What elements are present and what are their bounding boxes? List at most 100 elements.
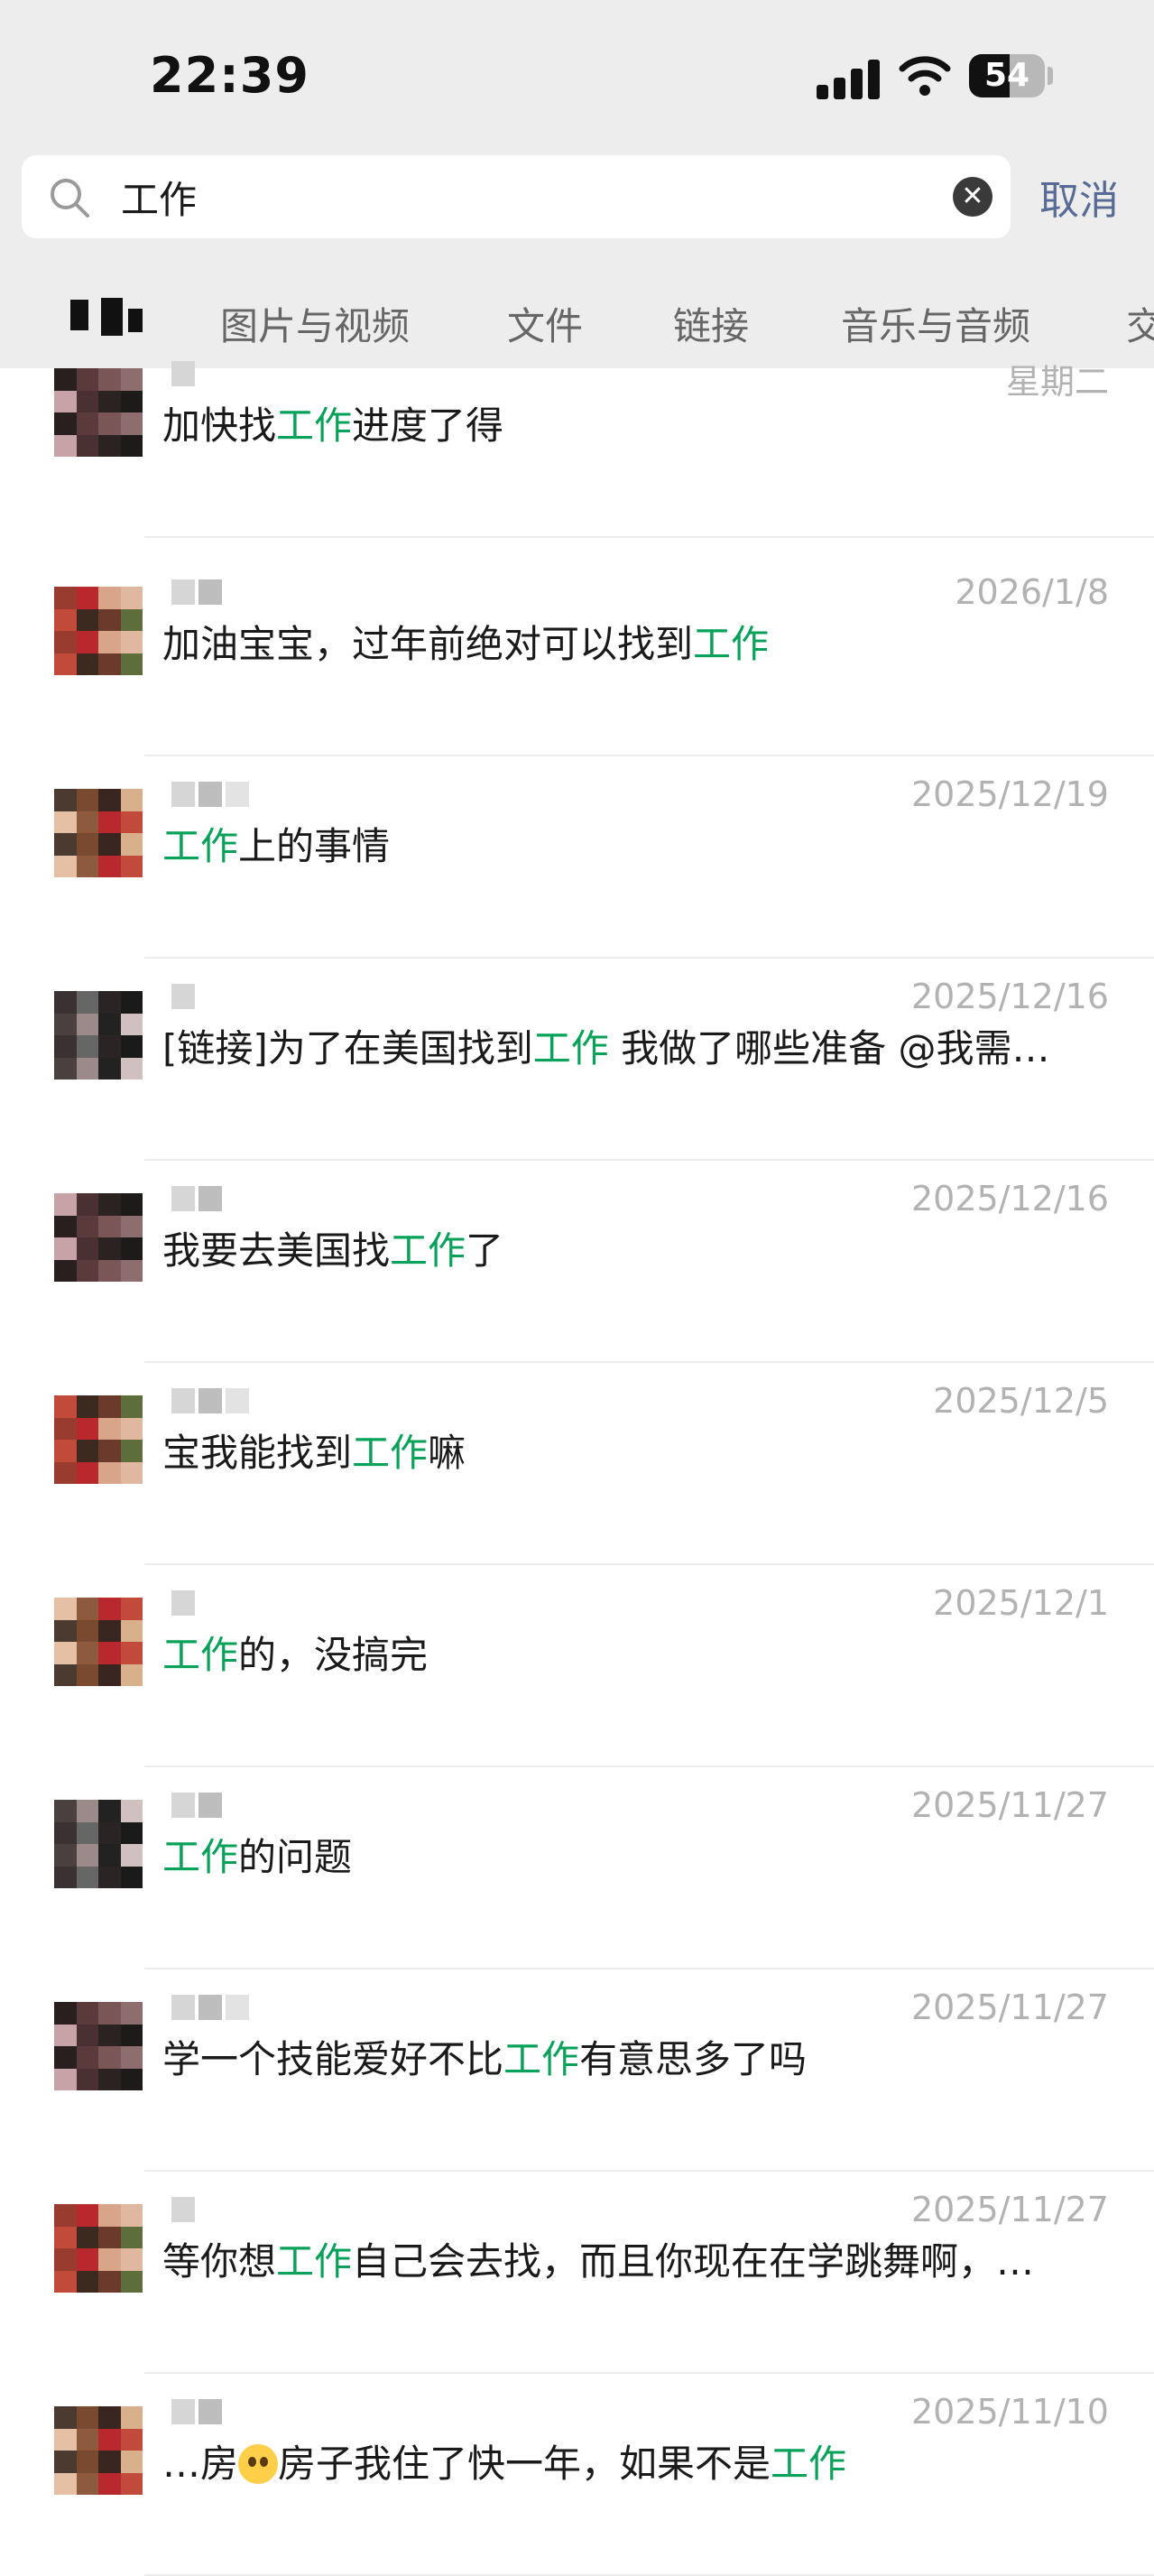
contact-name-blurred — [171, 1793, 226, 1818]
search-result-row[interactable]: 2025/11/27 学一个技能爱好不比工作有意思多了吗 — [0, 1969, 1154, 2172]
search-result-row[interactable]: 2025/12/16 [链接]为了在美国找到工作 我做了哪些准备 @我需… — [0, 959, 1154, 1161]
search-icon — [51, 179, 89, 218]
contact-name-blurred — [171, 1186, 226, 1211]
status-time: 22:39 — [150, 47, 309, 104]
snippet-text: …房 — [162, 2442, 239, 2486]
result-date: 2025/11/27 — [910, 1785, 1109, 1825]
contact-name-blurred — [171, 1590, 198, 1616]
contact-name-blurred — [171, 782, 253, 807]
keyword-highlight: 工作 — [390, 1228, 466, 1273]
result-snippet: 工作的，没搞完 — [162, 1625, 1101, 1680]
snippet-text: 进度了得 — [352, 403, 504, 448]
search-box[interactable]: ✕ — [22, 155, 1011, 238]
snippet-text: 上的事情 — [238, 824, 391, 868]
avatar — [54, 368, 143, 457]
search-result-row[interactable]: 2025/12/16 我要去美国找工作了 — [0, 1161, 1154, 1363]
avatar — [54, 1598, 143, 1686]
result-snippet: 学一个技能爱好不比工作有意思多了吗 — [162, 2029, 1101, 2084]
search-result-row[interactable]: 2026/1/8 加油宝宝，过年前绝对可以找到工作 — [0, 554, 1154, 756]
result-snippet: …房 房子我住了快一年，如果不是工作 — [162, 2433, 1101, 2488]
cancel-button[interactable]: 取消 — [1039, 168, 1119, 226]
snippet-text: 的问题 — [238, 1835, 353, 1879]
result-snippet: 工作上的事情 — [162, 816, 1101, 871]
tab-images-videos[interactable]: 图片与视频 — [220, 296, 410, 351]
snippet-text: 自己会去找，而且你现在在学跳舞啊，… — [352, 2239, 1035, 2284]
keyword-highlight: 工作 — [693, 622, 770, 666]
snippet-text: 我做了哪些准备 @我需… — [608, 1026, 1050, 1070]
avatar — [54, 1193, 143, 1282]
result-snippet: 加油宝宝，过年前绝对可以找到工作 — [162, 614, 1101, 669]
snippet-text: 加快找 — [162, 403, 277, 448]
clear-search-icon[interactable]: ✕ — [953, 177, 992, 217]
search-result-row[interactable]: 星期二 加快找工作进度了得 — [0, 352, 1154, 538]
keyword-highlight: 工作 — [162, 1633, 239, 1677]
result-date: 2025/12/19 — [910, 774, 1109, 814]
search-result-row[interactable]: 2025/11/27 等你想工作自己会去找，而且你现在在学跳舞啊，… — [0, 2172, 1154, 2374]
battery-level: 54 — [983, 57, 1030, 94]
keyword-highlight: 工作 — [352, 1431, 429, 1475]
snippet-text: 等你想 — [162, 2239, 277, 2284]
tab-more[interactable]: 交 — [1126, 296, 1154, 351]
contact-name-blurred — [171, 1995, 253, 2020]
snippet-text: 宝我能找到 — [162, 1431, 353, 1475]
result-date: 2025/12/1 — [933, 1583, 1109, 1623]
contact-name-blurred — [171, 361, 198, 386]
cellular-signal-icon — [817, 60, 882, 99]
pleading-face-icon — [238, 2444, 279, 2484]
contact-name-blurred — [171, 984, 198, 1009]
battery-icon: 54 — [969, 54, 1045, 97]
avatar — [54, 2002, 143, 2090]
avatar — [54, 991, 143, 1080]
result-date: 2025/12/16 — [910, 977, 1109, 1016]
result-date: 2025/12/5 — [933, 1381, 1109, 1421]
snippet-text: 房子我住了快一年，如果不是 — [278, 2442, 771, 2486]
search-result-row[interactable]: 2025/12/5 宝我能找到工作嘛 — [0, 1363, 1154, 1565]
wifi-icon — [899, 56, 951, 96]
avatar — [54, 1395, 143, 1484]
snippet-text: 我要去美国找 — [162, 1228, 391, 1273]
keyword-highlight: 工作 — [276, 403, 353, 448]
result-date: 2025/12/16 — [910, 1179, 1109, 1219]
contact-name-blurred — [171, 2399, 226, 2424]
search-result-row[interactable]: 2025/11/10 …房 房子我住了快一年，如果不是工作 — [0, 2374, 1154, 2576]
result-snippet: 我要去美国找工作了 — [162, 1220, 1101, 1275]
keyword-highlight: 工作 — [162, 824, 239, 868]
snippet-text: 嘛 — [428, 1431, 466, 1475]
contact-name-blurred — [171, 579, 226, 605]
avatar — [54, 789, 143, 877]
avatar — [54, 2406, 143, 2495]
result-date: 2026/1/8 — [955, 572, 1109, 612]
tab-files[interactable]: 文件 — [507, 296, 583, 351]
search-result-row[interactable]: 2025/11/27 工作的问题 — [0, 1767, 1154, 1969]
battery-cap — [1048, 67, 1053, 85]
tab-links[interactable]: 链接 — [673, 296, 749, 351]
top-header: 22:39 54 ✕ 取消 图片与视频 文件 链接 音乐与音频 交 — [0, 0, 1154, 368]
snippet-text: [链接]为了在美国找到 — [162, 1026, 533, 1070]
result-snippet: 宝我能找到工作嘛 — [162, 1422, 1101, 1478]
search-result-row[interactable]: 2025/12/19 工作上的事情 — [0, 756, 1154, 959]
search-result-row[interactable]: 2025/12/1 工作的，没搞完 — [0, 1565, 1154, 1767]
keyword-highlight: 工作 — [532, 1026, 609, 1070]
search-input[interactable] — [121, 155, 933, 238]
result-snippet: 工作的问题 — [162, 1827, 1101, 1882]
result-snippet: [链接]为了在美国找到工作 我做了哪些准备 @我需… — [162, 1018, 1101, 1073]
snippet-text: 了 — [466, 1228, 504, 1273]
result-date: 2025/11/10 — [910, 2392, 1109, 2432]
result-snippet: 等你想工作自己会去找，而且你现在在学跳舞啊，… — [162, 2231, 1101, 2286]
result-date: 2025/11/27 — [910, 1988, 1109, 2027]
keyword-highlight: 工作 — [503, 2037, 580, 2081]
avatar — [54, 2204, 143, 2293]
result-date: 2025/11/27 — [910, 2190, 1109, 2229]
keyword-highlight: 工作 — [162, 1835, 239, 1879]
snippet-text: 学一个技能爱好不比 — [162, 2037, 504, 2081]
snippet-text: 的，没搞完 — [238, 1633, 429, 1677]
result-snippet: 加快找工作进度了得 — [162, 395, 1101, 450]
keyword-highlight: 工作 — [276, 2239, 353, 2284]
tab-music-audio[interactable]: 音乐与音频 — [841, 296, 1030, 351]
avatar — [54, 587, 143, 675]
contact-name-blurred — [171, 2197, 198, 2222]
tab-selected-blurred[interactable] — [70, 296, 146, 341]
avatar — [54, 1800, 143, 1888]
snippet-text: 加油宝宝，过年前绝对可以找到 — [162, 622, 694, 666]
row-divider — [144, 536, 1154, 538]
